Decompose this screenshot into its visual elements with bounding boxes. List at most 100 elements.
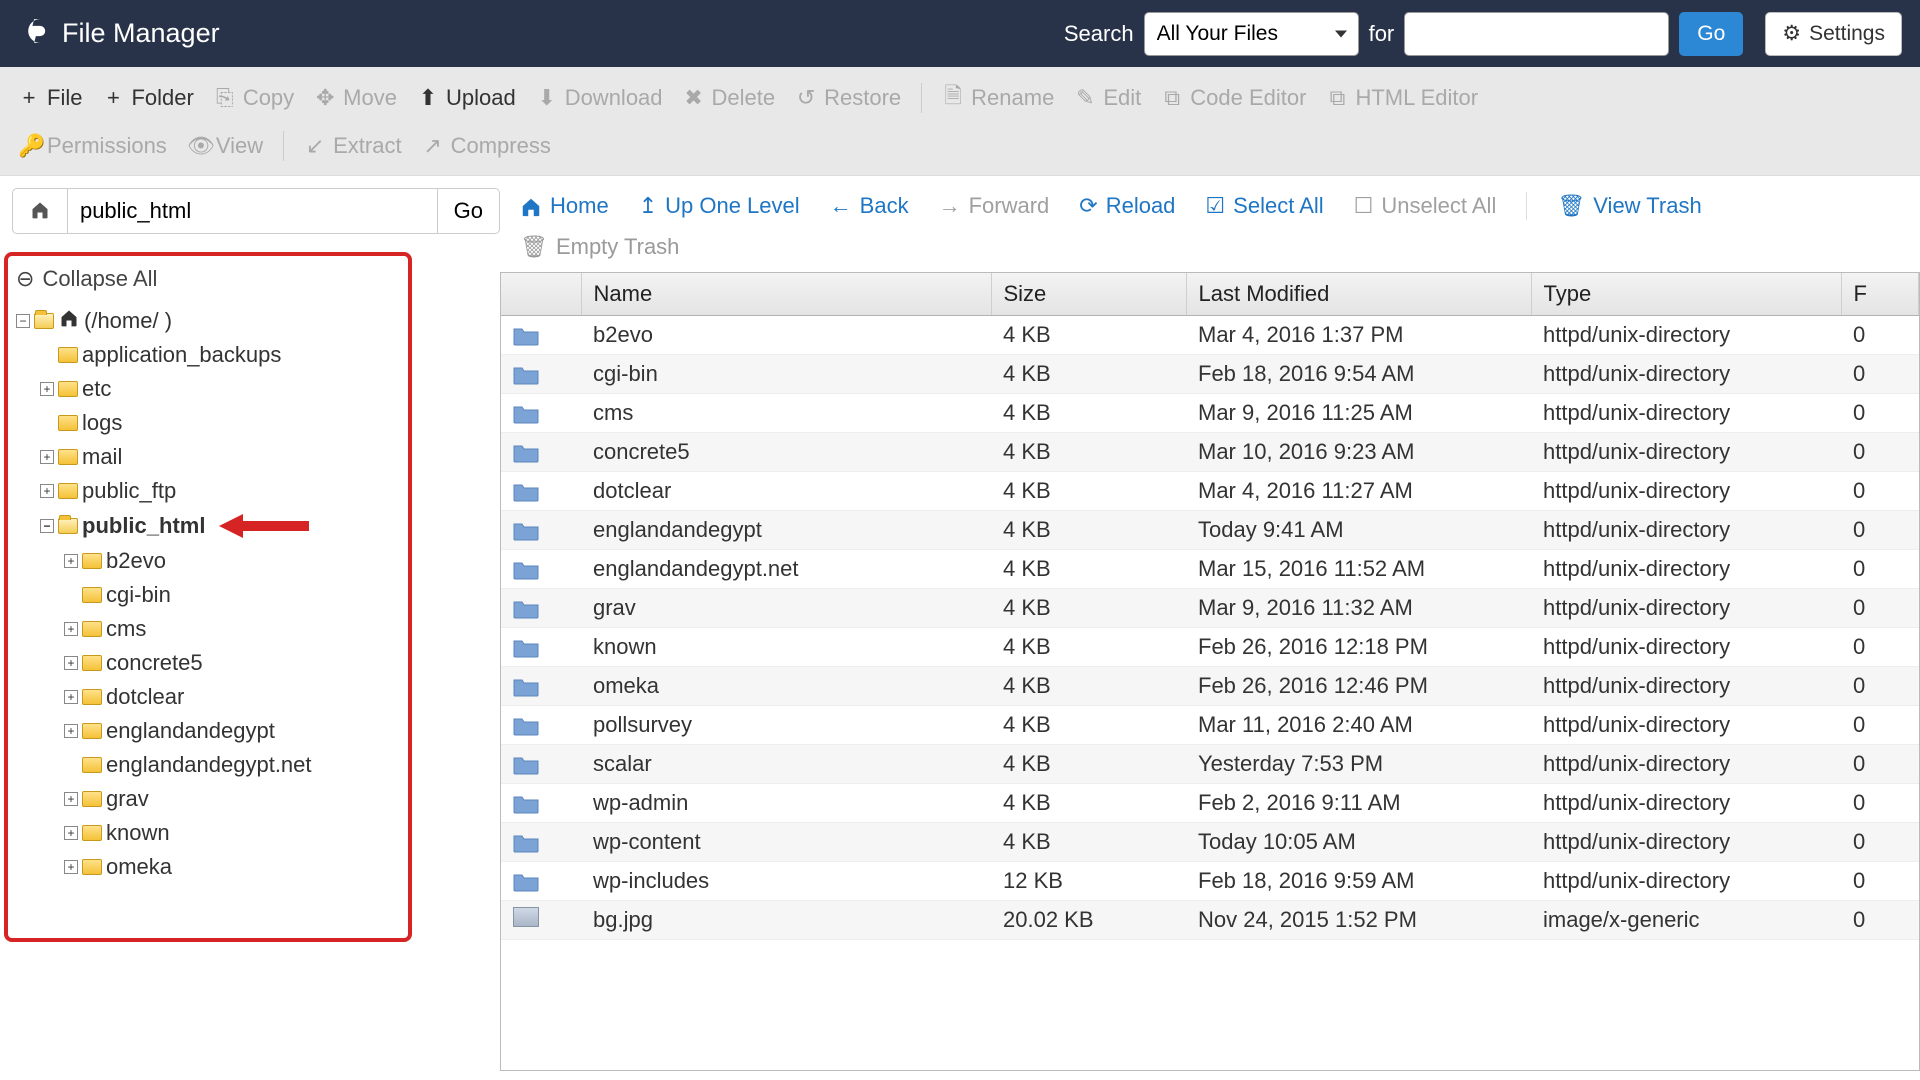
search-input[interactable] — [1404, 12, 1669, 56]
file-row[interactable]: cgi-bin4 KBFeb 18, 2016 9:54 AMhttpd/uni… — [501, 355, 1919, 394]
file-row[interactable]: wp-content4 KBToday 10:05 AMhttpd/unix-d… — [501, 823, 1919, 862]
expand-icon[interactable]: + — [64, 860, 78, 874]
expand-icon[interactable]: + — [64, 656, 78, 670]
tree-item-omeka[interactable]: + omeka — [16, 850, 400, 884]
expand-icon[interactable]: + — [64, 792, 78, 806]
file-row[interactable]: dotclear4 KBMar 4, 2016 11:27 AMhttpd/un… — [501, 472, 1919, 511]
expand-icon[interactable]: + — [64, 690, 78, 704]
file-row[interactable]: omeka4 KBFeb 26, 2016 12:46 PMhttpd/unix… — [501, 667, 1919, 706]
tree-item-etc[interactable]: + etc — [16, 372, 400, 406]
file-row[interactable]: cms4 KBMar 9, 2016 11:25 AMhttpd/unix-di… — [501, 394, 1919, 433]
folder-icon — [513, 716, 539, 736]
tree-item-englandandegypt[interactable]: + englandandegypt — [16, 714, 400, 748]
nav-back[interactable]: ← Back — [830, 193, 909, 219]
app-title: File Manager — [62, 18, 220, 49]
path-go-button[interactable]: Go — [438, 188, 500, 234]
tool-file[interactable]: +File — [18, 85, 82, 111]
tree-item-b2evo[interactable]: + b2evo — [16, 544, 400, 578]
tool-rename: 🗎Rename — [942, 79, 1054, 117]
expand-icon[interactable]: + — [64, 724, 78, 738]
nav-select-all[interactable]: ☑ Select All — [1205, 193, 1323, 219]
settings-button[interactable]: ⚙ Settings — [1765, 12, 1902, 56]
expand-icon[interactable]: + — [64, 622, 78, 636]
col-modified[interactable]: Last Modified — [1186, 273, 1531, 316]
folder-icon — [58, 518, 78, 534]
folder-icon: + — [102, 85, 124, 111]
file-row[interactable]: concrete54 KBMar 10, 2016 9:23 AMhttpd/u… — [501, 433, 1919, 472]
tool-compress: ↗Compress — [422, 133, 551, 159]
tree-item-public-html[interactable]: − public_html — [16, 508, 400, 544]
tree-item-cms[interactable]: + cms — [16, 612, 400, 646]
compress-icon: ↗ — [422, 133, 444, 159]
tree-item-dotclear[interactable]: + dotclear — [16, 680, 400, 714]
home-button[interactable] — [12, 188, 68, 234]
tree-item-englandandegypt-net[interactable]: englandandegypt.net — [16, 748, 400, 782]
folder-icon — [34, 313, 54, 329]
edit-icon: ✎ — [1074, 85, 1096, 111]
folder-icon — [513, 677, 539, 697]
collapse-icon[interactable]: − — [40, 519, 54, 533]
tree-item-concrete5[interactable]: + concrete5 — [16, 646, 400, 680]
file-row[interactable]: grav4 KBMar 9, 2016 11:32 AMhttpd/unix-d… — [501, 589, 1919, 628]
tool-edit: ✎Edit — [1074, 85, 1141, 111]
nav-home[interactable]: Home — [520, 193, 609, 219]
col-icon[interactable] — [501, 273, 581, 316]
file-row[interactable]: scalar4 KBYesterday 7:53 PMhttpd/unix-di… — [501, 745, 1919, 784]
search-label: Search — [1064, 21, 1134, 47]
nav-empty-trash[interactable]: 🗑 Empty Trash — [520, 234, 679, 260]
col-perm[interactable]: F — [1841, 273, 1919, 316]
app-header: File Manager Search All Your Files for G… — [0, 0, 1920, 67]
tool-folder[interactable]: +Folder — [102, 85, 193, 111]
file-row[interactable]: wp-admin4 KBFeb 2, 2016 9:11 AMhttpd/uni… — [501, 784, 1919, 823]
home-icon — [58, 308, 80, 334]
nav-reload[interactable]: ⟳ Reload — [1079, 193, 1175, 219]
file-row[interactable]: englandandegypt.net4 KBMar 15, 2016 11:5… — [501, 550, 1919, 589]
tree-root-item[interactable]: − (/home/ ) — [16, 304, 400, 338]
tool-upload[interactable]: ⬆Upload — [417, 85, 516, 111]
expand-icon[interactable]: + — [40, 450, 54, 464]
search-go-button[interactable]: Go — [1679, 12, 1743, 56]
tool-extract: ↙Extract — [304, 133, 401, 159]
tool-copy: ⎘Copy — [214, 85, 294, 111]
path-input[interactable] — [68, 188, 438, 234]
folder-icon — [513, 482, 539, 502]
expand-icon[interactable]: + — [64, 554, 78, 568]
folder-icon — [513, 872, 539, 892]
file-row[interactable]: bg.jpg20.02 KBNov 24, 2015 1:52 PMimage/… — [501, 901, 1919, 940]
collapse-all-button[interactable]: ⊖ Collapse All — [16, 266, 400, 292]
tree-item-known[interactable]: + known — [16, 816, 400, 850]
folder-icon — [513, 443, 539, 463]
nav-up-one-level[interactable]: ↥ Up One Level — [639, 193, 800, 219]
tree-item-application-backups[interactable]: application_backups — [16, 338, 400, 372]
download-icon: ⬇ — [536, 85, 558, 111]
file-row[interactable]: known4 KBFeb 26, 2016 12:18 PMhttpd/unix… — [501, 628, 1919, 667]
folder-icon — [513, 365, 539, 385]
file-row[interactable]: englandandegypt4 KBToday 9:41 AMhttpd/un… — [501, 511, 1919, 550]
file-row[interactable]: b2evo4 KBMar 4, 2016 1:37 PMhttpd/unix-d… — [501, 316, 1919, 355]
copy-icon: ⎘ — [214, 85, 236, 111]
col-type[interactable]: Type — [1531, 273, 1841, 316]
tree-item-cgi-bin[interactable]: cgi-bin — [16, 578, 400, 612]
tree-item-logs[interactable]: logs — [16, 406, 400, 440]
folder-icon — [82, 757, 102, 773]
collapse-icon[interactable]: − — [16, 314, 30, 328]
image-icon — [513, 907, 539, 927]
extract-icon: ↙ — [304, 133, 326, 159]
logo: File Manager — [18, 14, 220, 54]
view-icon: 👁 — [187, 133, 209, 159]
col-name[interactable]: Name — [581, 273, 991, 316]
tree-item-public-ftp[interactable]: + public_ftp — [16, 474, 400, 508]
expand-icon[interactable]: + — [40, 484, 54, 498]
back-arrow-icon: ← — [830, 193, 852, 219]
file-row[interactable]: wp-includes12 KBFeb 18, 2016 9:59 AMhttp… — [501, 862, 1919, 901]
nav-view-trash[interactable]: 🗑 View Trash — [1557, 193, 1701, 219]
expand-icon[interactable]: + — [40, 382, 54, 396]
tree-item-mail[interactable]: + mail — [16, 440, 400, 474]
search-scope-select[interactable]: All Your Files — [1144, 12, 1359, 56]
trash-icon: 🗑 — [520, 234, 548, 260]
folder-icon — [58, 449, 78, 465]
expand-icon[interactable]: + — [64, 826, 78, 840]
col-size[interactable]: Size — [991, 273, 1186, 316]
file-row[interactable]: pollsurvey4 KBMar 11, 2016 2:40 AMhttpd/… — [501, 706, 1919, 745]
tree-item-grav[interactable]: + grav — [16, 782, 400, 816]
